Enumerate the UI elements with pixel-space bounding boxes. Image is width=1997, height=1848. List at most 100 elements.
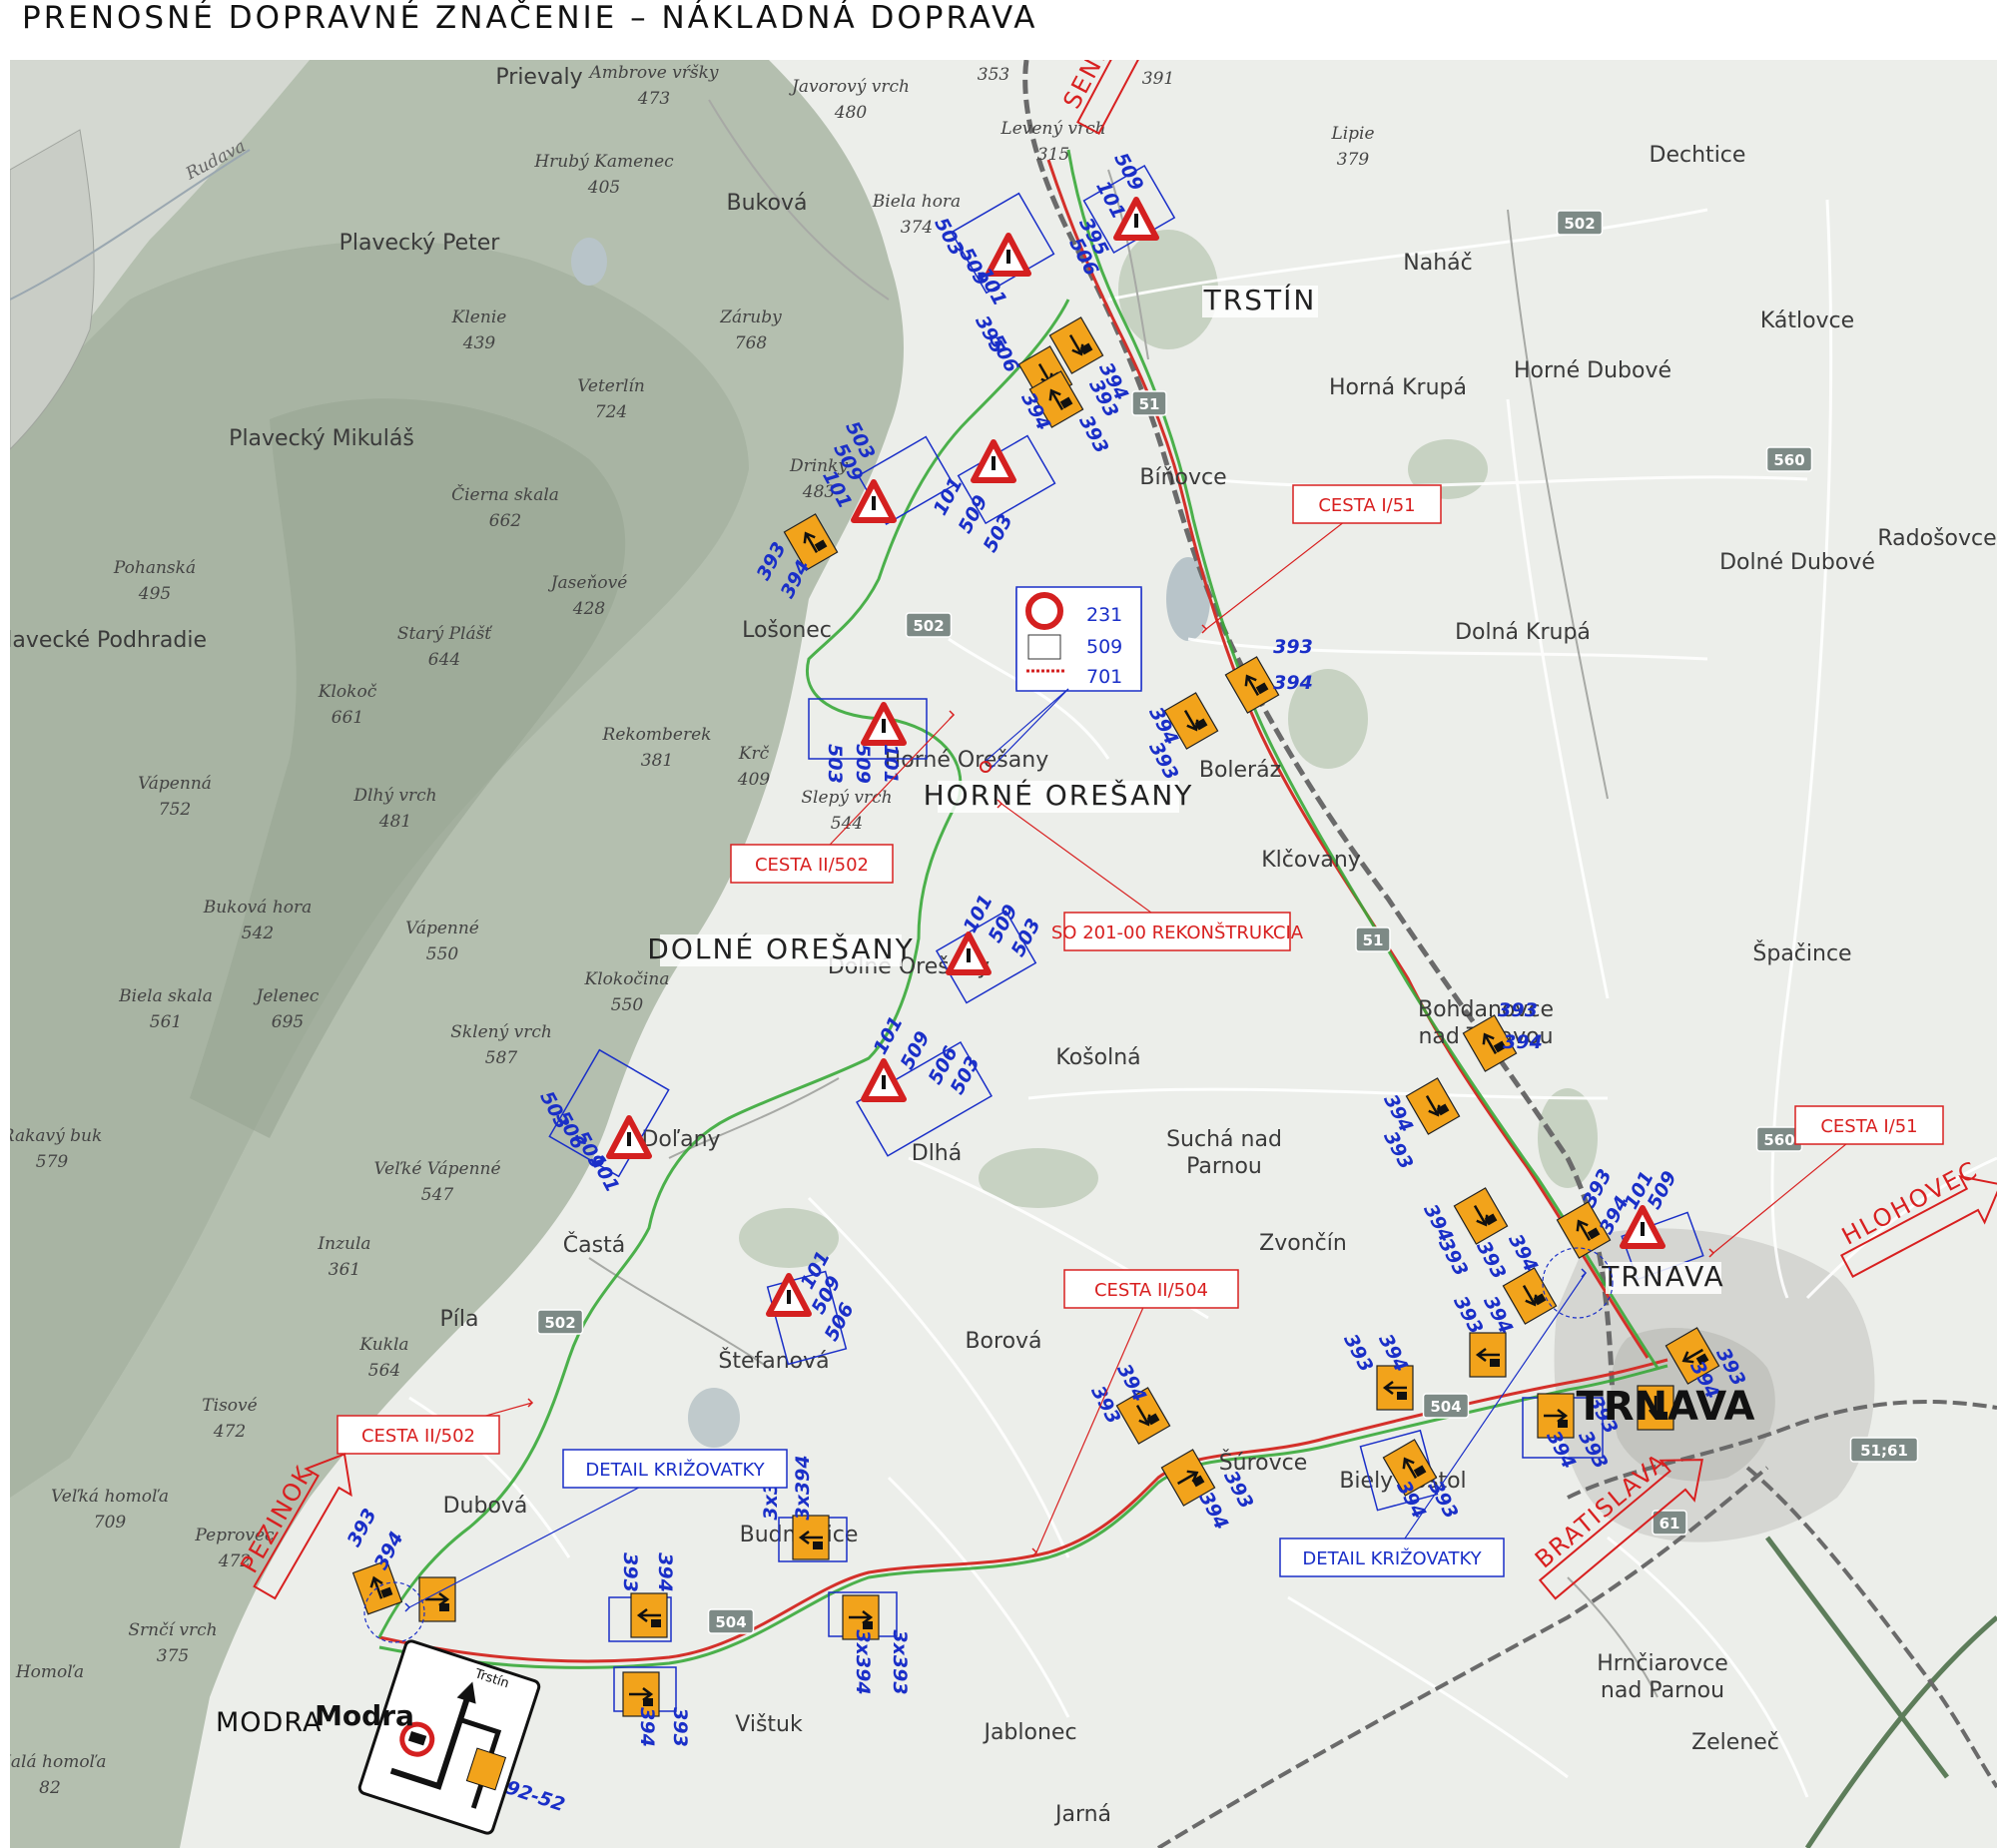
peak-name-label: Klokočina xyxy=(584,969,670,989)
peak-elevation-label: 495 xyxy=(138,584,171,604)
road-shield-number: 502 xyxy=(1564,215,1595,233)
callout-label: CESTA II/502 xyxy=(755,855,869,876)
place-label: Horné Dubové xyxy=(1514,358,1671,383)
peak-name-label: Čierna skala xyxy=(451,484,559,505)
peak-name-label: Krč xyxy=(738,744,770,764)
place-label: Jarná xyxy=(1053,1802,1111,1827)
place-label: Parnou xyxy=(1186,1154,1262,1179)
peak-name-label: Vápenná xyxy=(138,774,212,794)
sign-code-label: 393 xyxy=(669,1707,691,1747)
peak-elevation-label: 561 xyxy=(150,1012,182,1032)
peak-elevation-label: 381 xyxy=(641,751,673,771)
peak-name-label: Homoľa xyxy=(15,1662,84,1682)
place-label: Dechtice xyxy=(1650,143,1746,168)
peak-elevation-label: 752 xyxy=(159,800,191,820)
callout-label: CESTA II/502 xyxy=(361,1426,475,1447)
peak-name-label: Starý Plášť xyxy=(397,624,493,644)
lake-2 xyxy=(571,238,607,286)
peak-elevation-label: 724 xyxy=(595,402,627,422)
peak-elevation-label: 375 xyxy=(157,1646,189,1666)
peak-name-label: Hrubý Kamenec xyxy=(533,152,674,172)
lake-3 xyxy=(688,1388,740,1448)
peak-elevation-label: 709 xyxy=(94,1513,127,1533)
peak-elevation-label: 379 xyxy=(1337,150,1370,170)
callout-label: CESTA I/51 xyxy=(1318,495,1415,516)
place-label: Píla xyxy=(440,1307,479,1332)
sign-code-label: 3x394 xyxy=(792,1455,814,1520)
modra-prefix: MODRA xyxy=(216,1707,322,1738)
place-label: Doľany xyxy=(641,1127,720,1152)
peak-elevation-label: 409 xyxy=(737,770,771,790)
peak-elevation-label: 564 xyxy=(368,1361,400,1381)
peak-elevation-label: 439 xyxy=(462,333,496,353)
place-label: Dolné Dubové xyxy=(1719,550,1875,575)
place-label: Zeleneč xyxy=(1691,1730,1779,1755)
peak-elevation-label: 579 xyxy=(36,1152,69,1172)
town-label: HORNÉ OREŠANY xyxy=(924,778,1194,812)
sign-code-label: 394 xyxy=(654,1552,676,1592)
legend-701: 701 xyxy=(1086,666,1122,688)
place-label: Kátlovce xyxy=(1760,308,1854,333)
place-label: Dolná Krupá xyxy=(1455,620,1591,645)
detour-sign xyxy=(1469,1332,1507,1378)
place-label: Zvončín xyxy=(1259,1231,1347,1256)
place-label: nad Parnou xyxy=(1601,1678,1724,1703)
peak-elevation-label: 662 xyxy=(489,511,521,531)
sign-code-label: 393 xyxy=(619,1552,641,1592)
lake xyxy=(1166,557,1210,641)
sign-code-label: 3x393 xyxy=(889,1629,911,1694)
peak-elevation-label: 550 xyxy=(426,944,459,964)
peak-elevation-label: 374 xyxy=(901,218,933,238)
sign-code-label: 3x394 xyxy=(852,1629,874,1694)
place-label: Radošovce xyxy=(1877,526,1996,551)
place-label: Bíňovce xyxy=(1139,465,1226,490)
peak-elevation-label: 480 xyxy=(834,103,868,123)
peak-name-label: Biela skala xyxy=(118,986,213,1006)
peak-elevation-label: 547 xyxy=(421,1185,454,1205)
peak-elevation-label: 315 xyxy=(1037,145,1069,165)
peak-name-label: Veterlín xyxy=(577,376,645,396)
peak-name-label: Veľké Vápenné xyxy=(373,1159,500,1179)
place-label: Častá xyxy=(563,1232,625,1258)
peak-name-label: Klokoč xyxy=(318,682,377,702)
peak-name-label: Záruby xyxy=(719,308,782,327)
peak-name-label: Slepý vrch xyxy=(801,788,892,808)
peak-name-label: Ambrove vŕšky xyxy=(587,63,718,83)
peak-name-label: 391 xyxy=(1142,69,1174,89)
peak-name-label: Rakavý buk xyxy=(10,1126,102,1146)
road-shield-number: 502 xyxy=(913,617,944,635)
peak-elevation-label: 428 xyxy=(572,599,606,619)
peak-elevation-label: 550 xyxy=(611,995,644,1015)
road-shield-number: 560 xyxy=(1763,1131,1794,1149)
road-shield-number: 51;61 xyxy=(1860,1442,1908,1460)
legend-509: 509 xyxy=(1086,636,1122,658)
map-canvas[interactable]: Rudava 502515605025156050250451;6161504 … xyxy=(10,60,1997,1848)
peak-name-label: Jaseňové xyxy=(548,573,628,593)
peak-name-label: Kukla xyxy=(358,1335,408,1355)
city-label: TRNAVA xyxy=(1576,1384,1754,1430)
peak-name-label: Jelenec xyxy=(254,986,320,1006)
peak-name-label: Sklený vrch xyxy=(450,1022,552,1042)
peak-elevation-label: 542 xyxy=(242,924,274,943)
peak-name-label: Rekomberek xyxy=(602,725,712,745)
peak-name-label: Biela hora xyxy=(872,192,961,212)
callout-label: CESTA I/51 xyxy=(1820,1116,1917,1137)
callout-label: CESTA II/504 xyxy=(1094,1280,1208,1301)
peak-name-label: Dlhý vrch xyxy=(352,786,436,806)
sign-code-label: 101 xyxy=(880,744,902,784)
place-label: Plavecký Peter xyxy=(339,231,501,256)
callout-label: DETAIL KRIŽOVATKY xyxy=(585,1459,765,1481)
peak-name-label: Javorový vrch xyxy=(789,77,910,97)
peak-elevation-label: 472 xyxy=(213,1422,246,1442)
road-shield-number: 504 xyxy=(1430,1398,1461,1416)
place-label: Štefanová xyxy=(718,1348,829,1374)
sign-code-label: 393 xyxy=(1273,636,1313,658)
sign-code-label: 503 xyxy=(824,744,846,784)
callout-label: SO 201-00 REKONŠTRUKCIA xyxy=(1051,922,1304,943)
place-label: Borová xyxy=(965,1329,1041,1354)
sign-code-label: 394 xyxy=(1503,1031,1543,1053)
place-label: Boleráz xyxy=(1199,758,1281,783)
legend-231: 231 xyxy=(1086,604,1122,626)
peak-elevation-label: 82 xyxy=(39,1778,61,1798)
sign-code-label: 394 xyxy=(1273,672,1313,694)
